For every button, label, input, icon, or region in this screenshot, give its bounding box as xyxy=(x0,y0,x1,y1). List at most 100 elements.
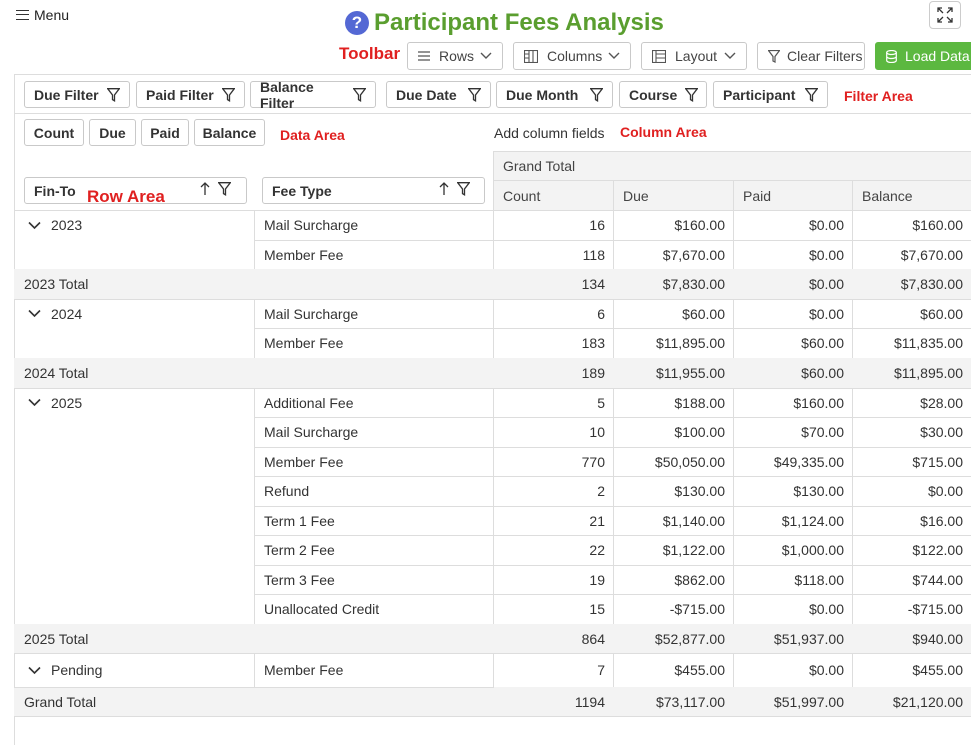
filter-field-label: Course xyxy=(629,86,678,103)
total-label: Grand Total xyxy=(24,693,97,710)
chevron-down-icon[interactable] xyxy=(28,221,41,230)
filter-field-due-filter[interactable]: Due Filter xyxy=(24,81,130,108)
filter-field-paid-filter[interactable]: Paid Filter xyxy=(136,81,245,108)
header-border xyxy=(493,151,971,152)
value-cell-count: 19 xyxy=(589,571,605,588)
chevron-down-icon xyxy=(608,52,620,60)
column-border xyxy=(254,240,255,269)
value-cell-balance: $30.00 xyxy=(920,424,963,440)
menu-button[interactable]: Menu xyxy=(16,7,69,23)
group-2024[interactable]: 2024 xyxy=(28,306,82,322)
value-cell-due: -$715.00 xyxy=(669,601,725,617)
value-cell-count: 770 xyxy=(581,453,605,470)
filter-field-due-month[interactable]: Due Month xyxy=(496,81,613,108)
fee-type-cell: Term 3 Fee xyxy=(264,571,335,588)
value-cell-paid: $70.00 xyxy=(801,424,844,440)
value-cell-count: 21 xyxy=(589,512,605,529)
load-data-button[interactable]: Load Data xyxy=(875,42,971,70)
sort-ascending-icon[interactable] xyxy=(200,182,210,196)
measure-header-balance[interactable]: Balance xyxy=(862,188,913,204)
filter-icon[interactable] xyxy=(222,87,235,102)
column-border xyxy=(254,506,255,535)
fullscreen-button[interactable] xyxy=(929,1,961,29)
value-cell-due: $1,140.00 xyxy=(662,512,725,529)
value-cell-due: $50,050.00 xyxy=(654,453,725,470)
value-cell-paid: $51,937.00 xyxy=(773,630,844,647)
data-field-paid[interactable]: Paid xyxy=(141,119,189,146)
value-cell-count: 864 xyxy=(581,630,605,647)
column-border xyxy=(254,565,255,594)
row-field-label: Fee Type xyxy=(272,182,332,199)
measure-header-paid[interactable]: Paid xyxy=(743,188,771,204)
page-title-text: Participant Fees Analysis xyxy=(374,9,664,36)
group-label: Pending xyxy=(51,662,103,678)
filter-icon[interactable] xyxy=(107,87,120,102)
filter-icon[interactable] xyxy=(218,182,231,196)
column-border xyxy=(254,388,255,417)
value-cell-balance: $122.00 xyxy=(912,542,963,558)
data-field-label: Paid xyxy=(150,124,180,141)
value-cell-count: 118 xyxy=(582,246,605,263)
filter-icon[interactable] xyxy=(468,87,481,102)
value-cell-due: $1,122.00 xyxy=(662,542,725,558)
filter-icon[interactable] xyxy=(590,87,603,102)
clear-filters-button[interactable]: Clear Filters xyxy=(757,42,865,70)
group-2025[interactable]: 2025 xyxy=(28,395,82,411)
column-border xyxy=(254,653,255,687)
filter-field-participant[interactable]: Participant xyxy=(713,81,828,108)
column-border xyxy=(254,210,255,240)
row-border xyxy=(14,388,494,389)
value-cell-paid: $0.00 xyxy=(808,662,844,678)
column-border xyxy=(254,299,255,328)
filter-icon[interactable] xyxy=(805,87,818,102)
page-title: ? Participant Fees Analysis xyxy=(345,9,664,37)
value-cell-count: 7 xyxy=(597,662,605,678)
grand-total-header: Grand Total xyxy=(503,158,576,174)
value-cell-balance: $0.00 xyxy=(927,483,963,499)
value-cell-balance: $455.00 xyxy=(912,662,963,678)
help-icon[interactable]: ? xyxy=(345,11,369,35)
data-field-label: Balance xyxy=(202,124,257,141)
data-field-due[interactable]: Due xyxy=(89,119,136,146)
measure-header-due[interactable]: Due xyxy=(623,188,649,204)
sort-ascending-icon[interactable] xyxy=(439,182,449,196)
group-pending[interactable]: Pending xyxy=(28,662,102,678)
group-2023[interactable]: 2023 xyxy=(28,217,82,233)
value-cell-due: $160.00 xyxy=(674,217,725,233)
chevron-down-icon[interactable] xyxy=(28,398,41,407)
filter-icon[interactable] xyxy=(685,87,699,102)
data-field-balance[interactable]: Balance xyxy=(194,119,265,146)
columns-icon xyxy=(524,49,538,63)
filter-icon[interactable] xyxy=(353,87,366,102)
value-cell-due: $7,830.00 xyxy=(662,276,725,292)
filter-icon[interactable] xyxy=(457,182,470,196)
value-cell-balance: $715.00 xyxy=(912,453,963,470)
row-border xyxy=(14,687,494,688)
group-label: 2025 xyxy=(51,394,83,411)
value-cell-due: $11,895.00 xyxy=(655,335,725,351)
value-cell-due: $455.00 xyxy=(674,662,725,678)
filter-field-balance-filter[interactable]: Balance Filter xyxy=(250,79,376,111)
value-cell-balance: $7,830.00 xyxy=(900,276,963,292)
value-cell-balance: $744.00 xyxy=(912,571,963,588)
value-cell-paid: $1,124.00 xyxy=(781,512,844,529)
fee-type-cell: Additional Fee xyxy=(264,394,354,411)
value-cell-paid: $0.00 xyxy=(808,305,844,322)
chevron-down-icon[interactable] xyxy=(28,666,41,675)
data-field-count[interactable]: Count xyxy=(24,119,84,146)
measure-header-count[interactable]: Count xyxy=(503,188,540,204)
value-cell-paid: $60.00 xyxy=(801,335,844,351)
rows-button[interactable]: Rows xyxy=(407,42,503,70)
layout-button[interactable]: Layout xyxy=(641,42,747,70)
filter-field-course[interactable]: Course xyxy=(619,81,707,108)
filter-field-due-date[interactable]: Due Date xyxy=(386,81,491,108)
value-cell-due: $100.00 xyxy=(674,424,725,440)
value-cell-due: $11,955.00 xyxy=(655,365,725,381)
value-cell-paid: $0.00 xyxy=(808,601,844,617)
chevron-down-icon[interactable] xyxy=(28,309,41,318)
row-field-fin-to-controls xyxy=(200,182,231,196)
columns-button[interactable]: Columns xyxy=(513,42,631,70)
column-border xyxy=(254,328,255,358)
chevron-down-icon xyxy=(724,52,736,60)
value-cell-paid: $49,335.00 xyxy=(773,453,844,470)
